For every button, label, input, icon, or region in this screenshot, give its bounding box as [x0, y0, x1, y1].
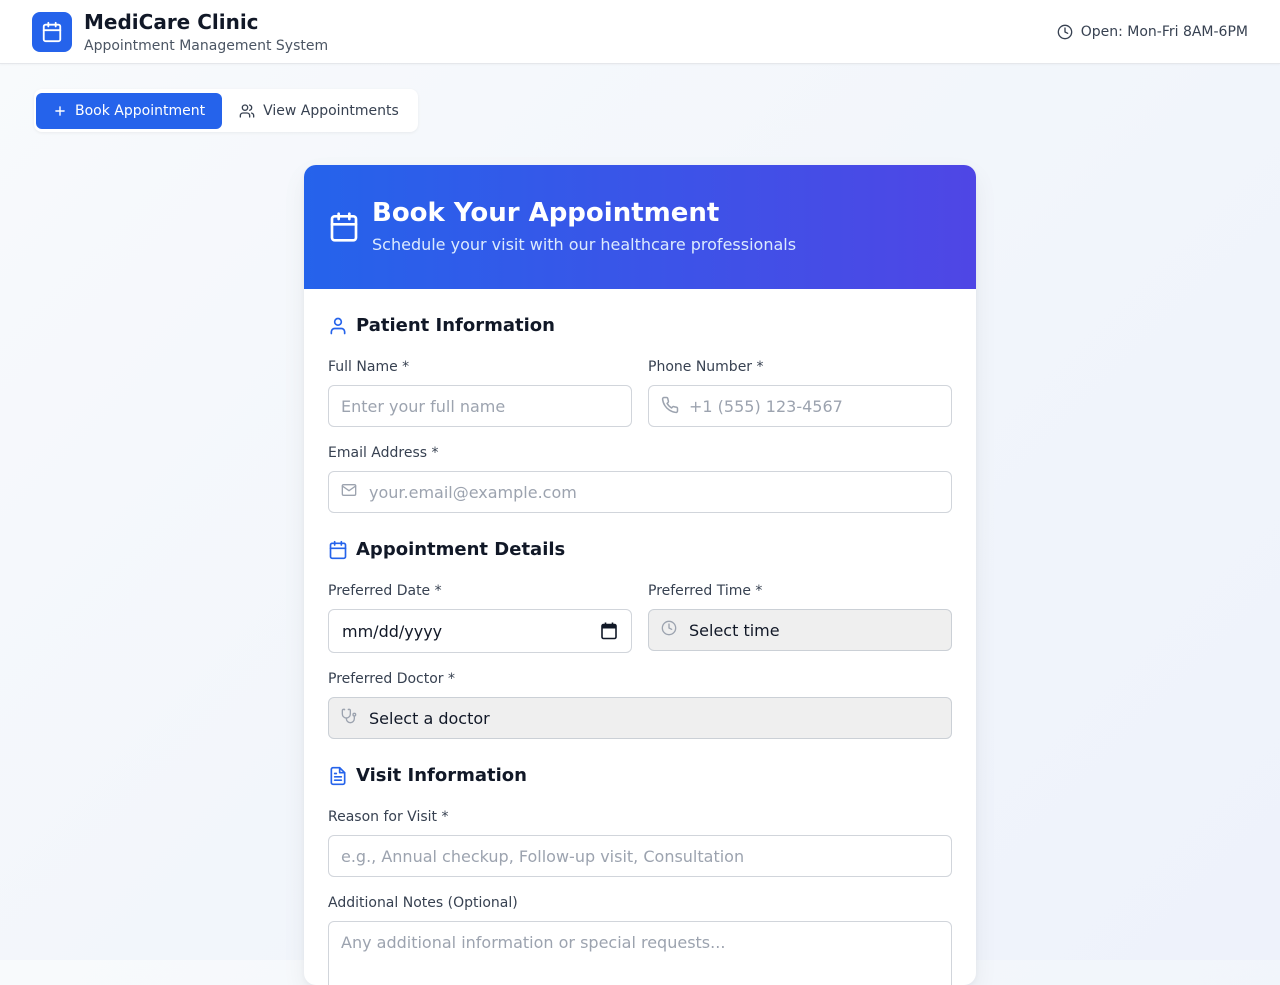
section-patient-information: Patient Information [328, 314, 555, 338]
app-subtitle: Appointment Management System [84, 38, 329, 54]
tab-label: Book Appointment [75, 102, 206, 119]
card-header: Book Your Appointment Schedule your visi… [304, 165, 976, 289]
notes-textarea[interactable] [329, 922, 951, 962]
tab-label: View Appointments [263, 102, 399, 119]
notes-label: Additional Notes (Optional) [328, 895, 518, 911]
doctor-select[interactable]: Select a doctor [328, 697, 952, 739]
email-field [328, 471, 952, 513]
calendar-icon [42, 21, 62, 43]
email-input[interactable] [329, 472, 951, 512]
top-bar: MediCare Clinic Appointment Management S… [0, 0, 1280, 64]
reason-label: Reason for Visit * [328, 809, 449, 825]
mail-icon [341, 484, 357, 496]
tab-book-appointment[interactable]: Book Appointment [36, 92, 223, 129]
section-title-text: Appointment Details [356, 539, 566, 560]
time-selected-value: Select time [689, 620, 780, 640]
date-value: mm/dd/yyyy [342, 621, 443, 641]
phone-input[interactable] [649, 386, 951, 426]
tab-view-appointments[interactable]: View Appointments [222, 93, 416, 129]
section-visit-information: Visit Information [328, 764, 527, 788]
full-name-label: Full Name * [328, 359, 410, 375]
clock-icon [1057, 24, 1073, 40]
reason-input[interactable] [329, 836, 951, 876]
user-icon [330, 317, 346, 335]
users-icon [239, 103, 255, 118]
booking-card: Book Your Appointment Schedule your visi… [304, 165, 976, 985]
time-label: Preferred Time * [648, 583, 763, 599]
doctor-selected-value: Select a doctor [369, 708, 490, 728]
calendar-icon [330, 212, 358, 242]
phone-field [648, 385, 952, 427]
calendar-icon [329, 540, 347, 560]
section-title-text: Visit Information [356, 765, 527, 786]
file-text-icon [330, 766, 346, 786]
full-name-input[interactable] [329, 386, 631, 426]
section-appointment-details: Appointment Details [328, 538, 565, 562]
app-title: MediCare Clinic [84, 10, 259, 34]
clock-icon [661, 620, 677, 636]
full-name-field [328, 385, 632, 427]
section-title-text: Patient Information [356, 315, 555, 336]
date-picker[interactable]: mm/dd/yyyy [328, 609, 632, 653]
calendar-picker-icon[interactable] [601, 622, 617, 640]
logo [32, 12, 72, 52]
date-label: Preferred Date * [328, 583, 442, 599]
time-select[interactable]: Select time [648, 609, 952, 651]
phone-label: Phone Number * [648, 359, 764, 375]
reason-field [328, 835, 952, 877]
card-title: Book Your Appointment [372, 198, 720, 228]
opening-hours-text: Open: Mon-Fri 8AM-6PM [1080, 24, 1248, 40]
stethoscope-icon [341, 708, 357, 724]
notes-field [328, 921, 952, 985]
doctor-label: Preferred Doctor * [328, 671, 456, 687]
opening-hours: Open: Mon-Fri 8AM-6PM [1057, 22, 1248, 42]
plus-icon [55, 105, 65, 116]
card-subtitle: Schedule your visit with our healthcare … [372, 235, 797, 254]
view-tabs: Book Appointment View Appointments [34, 89, 418, 132]
email-label: Email Address * [328, 445, 439, 461]
phone-icon [661, 396, 679, 414]
